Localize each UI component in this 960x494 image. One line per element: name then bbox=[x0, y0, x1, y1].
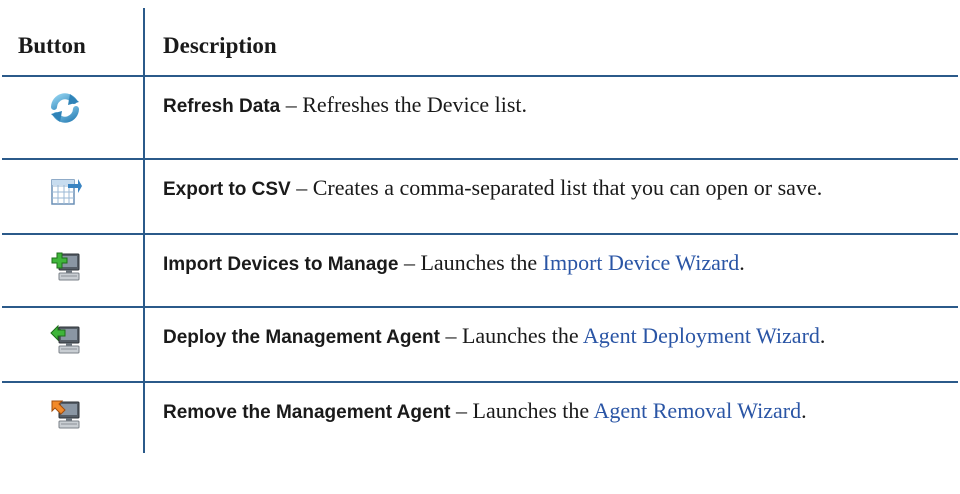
button-name: Refresh Data bbox=[163, 96, 281, 117]
description-text: Launches the bbox=[472, 398, 594, 423]
table-row: Refresh Data – Refreshes the Device list… bbox=[2, 76, 958, 159]
description-cell: Deploy the Management Agent – Launches t… bbox=[143, 307, 958, 382]
button-cell bbox=[2, 76, 144, 159]
description-column-header: Description bbox=[143, 8, 958, 77]
description-text: Launches the bbox=[420, 250, 543, 275]
import-devices-icon bbox=[48, 249, 82, 283]
export-csv-icon bbox=[48, 174, 82, 208]
table-header-row: Button Description bbox=[2, 8, 958, 77]
description-text: Refreshes the Device list. bbox=[302, 92, 528, 117]
table-row: Deploy the Management Agent – Launches t… bbox=[2, 307, 958, 382]
button-cell bbox=[2, 382, 144, 453]
deploy-agent-icon bbox=[48, 322, 82, 356]
description-cell: Export to CSV – Creates a comma-separate… bbox=[143, 159, 958, 234]
description-cell: Remove the Management Agent – Launches t… bbox=[143, 382, 958, 453]
refresh-icon bbox=[48, 91, 82, 125]
table-row: Import Devices to Manage – Launches the … bbox=[2, 234, 958, 307]
button-description-table: Button Description Refresh Data – Refres… bbox=[2, 8, 958, 453]
button-name: Deploy the Management Agent bbox=[163, 327, 440, 348]
remove-agent-icon bbox=[48, 397, 82, 431]
button-name: Import Devices to Manage bbox=[163, 254, 399, 275]
description-cell: Import Devices to Manage – Launches the … bbox=[143, 234, 958, 307]
description-cell: Refresh Data – Refreshes the Device list… bbox=[143, 76, 958, 159]
button-name: Remove the Management Agent bbox=[163, 402, 451, 423]
button-cell bbox=[2, 159, 144, 234]
table-row: Export to CSV – Creates a comma-separate… bbox=[2, 159, 958, 234]
import-device-wizard-link[interactable]: Import Device Wizard bbox=[543, 250, 740, 275]
agent-removal-wizard-link[interactable]: Agent Removal Wizard bbox=[593, 398, 801, 423]
agent-deployment-wizard-link[interactable]: Agent Deployment Wizard bbox=[583, 323, 820, 348]
button-column-header: Button bbox=[2, 8, 144, 77]
table-row: Remove the Management Agent – Launches t… bbox=[2, 382, 958, 453]
button-name: Export to CSV bbox=[163, 179, 291, 200]
description-text: Creates a comma-separated list that you … bbox=[312, 175, 823, 200]
description-text: Launches the bbox=[461, 323, 583, 348]
button-cell bbox=[2, 234, 144, 307]
button-cell bbox=[2, 307, 144, 382]
